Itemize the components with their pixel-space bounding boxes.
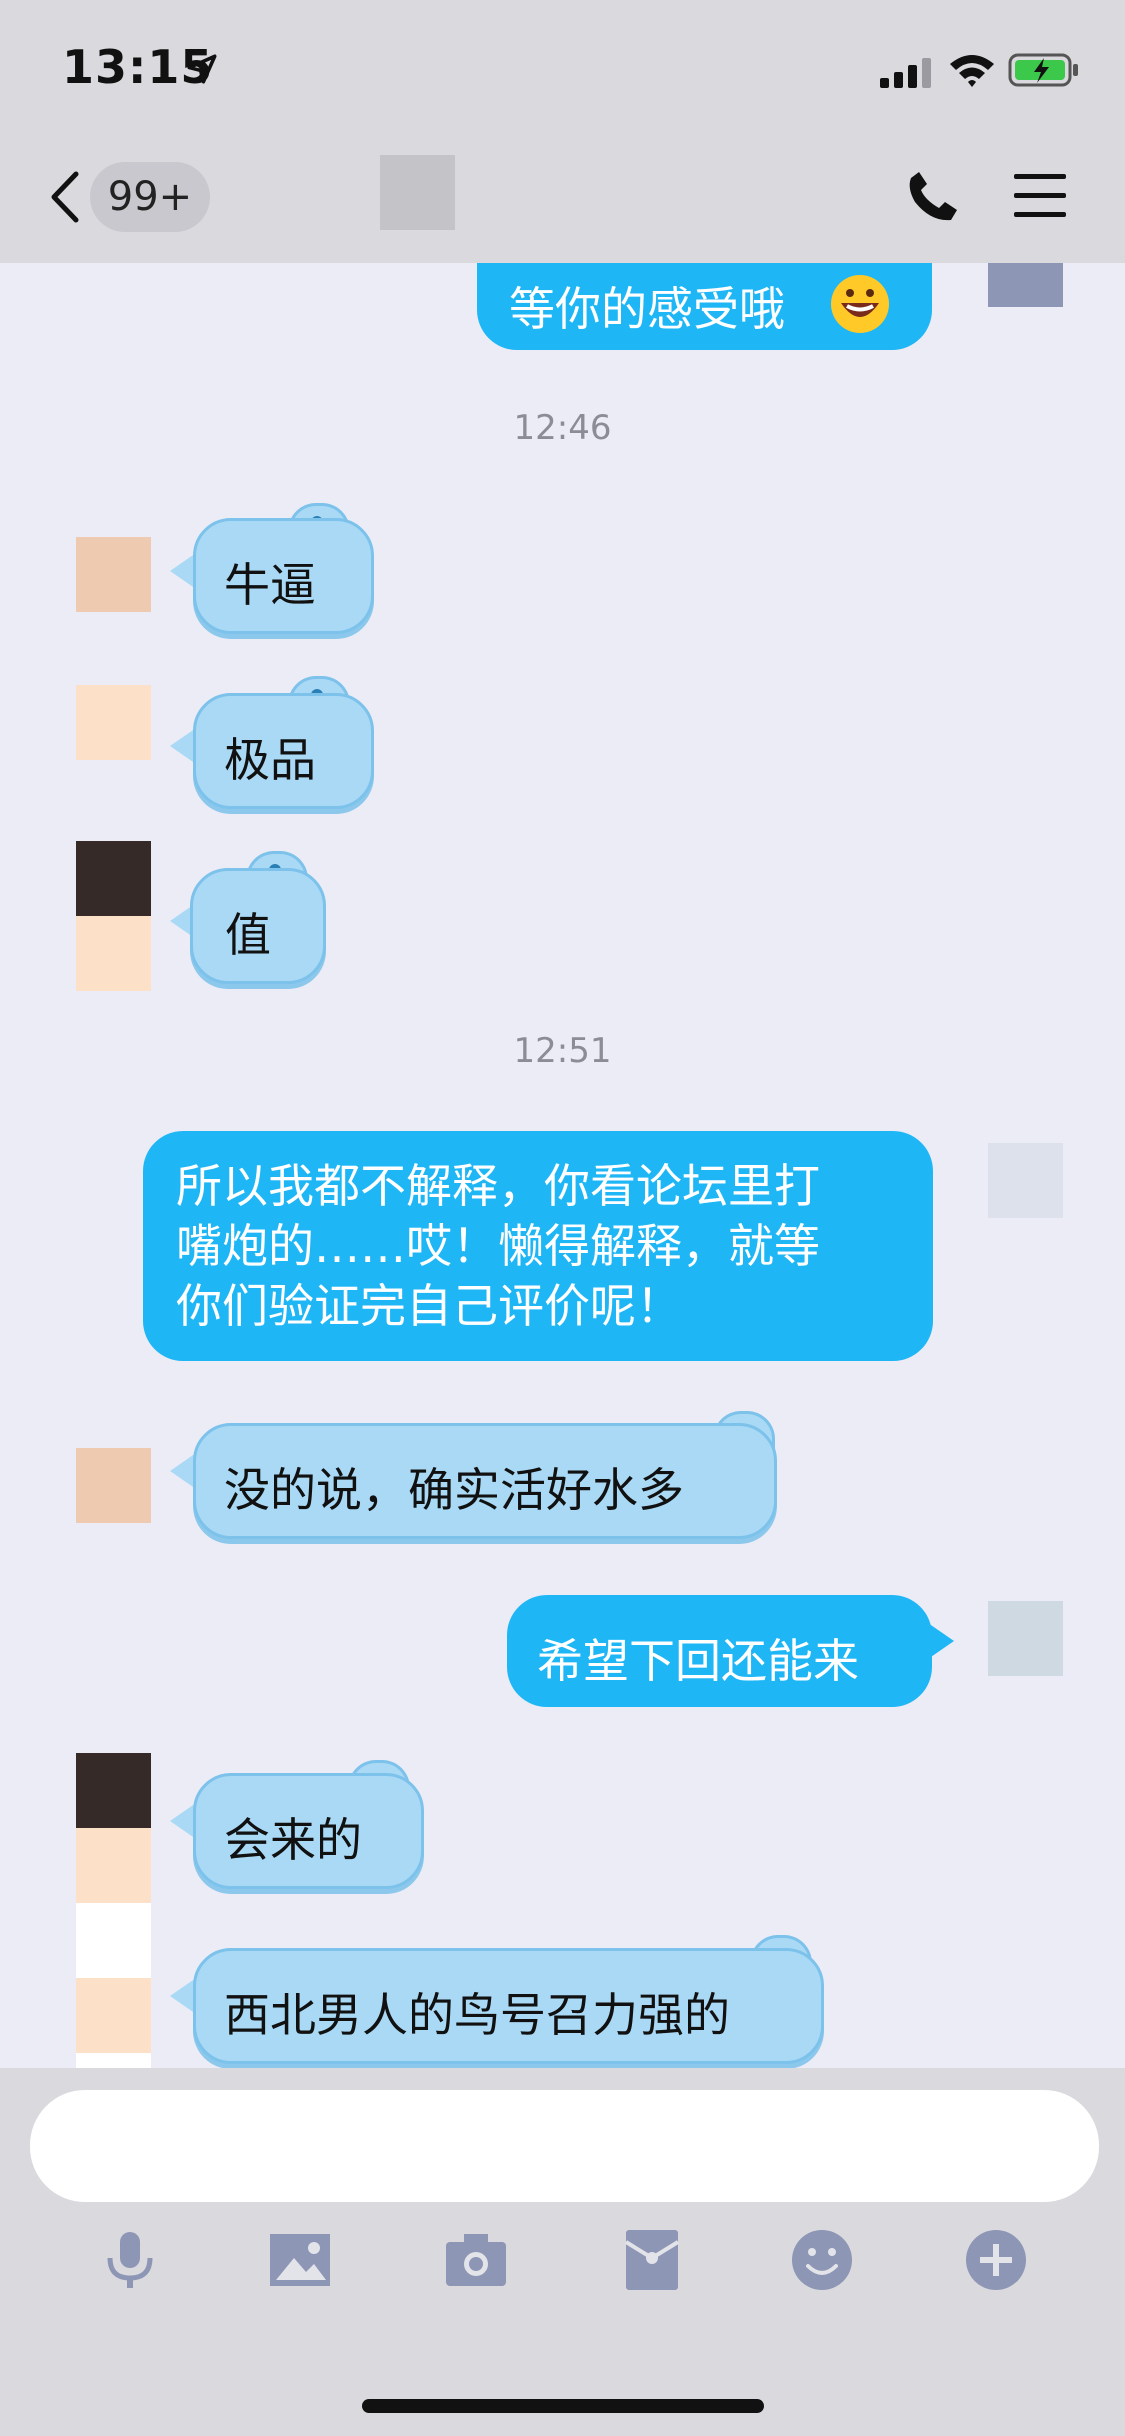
message-bubble-incoming[interactable]: 会来的 xyxy=(193,1773,424,1889)
message-text: 希望下回还能来 xyxy=(537,1634,859,1688)
avatar-contact[interactable] xyxy=(76,1448,151,1523)
message-bubble-incoming[interactable]: 没的说，确实活好水多 xyxy=(193,1423,777,1539)
message-text: 等你的感受哦 xyxy=(509,282,785,336)
bubble-tail xyxy=(928,1623,954,1659)
message-bubble-outgoing[interactable]: 希望下回还能来 xyxy=(507,1595,932,1707)
plus-icon[interactable] xyxy=(964,2228,1028,2292)
message-bubble-outgoing[interactable]: 等你的感受哦 xyxy=(477,263,932,350)
message-text: 值 xyxy=(225,908,271,962)
avatar-contact[interactable] xyxy=(76,1903,151,1978)
avatar-contact[interactable] xyxy=(76,841,151,916)
avatar-contact-part xyxy=(76,1978,151,2053)
message-bubble-incoming[interactable]: 值 xyxy=(190,868,326,984)
message-text: 牛逼 xyxy=(224,558,316,612)
avatar-contact[interactable] xyxy=(76,685,151,760)
message-bubble-incoming[interactable]: 极品 xyxy=(193,693,374,809)
avatar-self[interactable] xyxy=(988,1143,1063,1218)
battery-charging-icon xyxy=(1008,53,1078,87)
grinning-emoji-icon xyxy=(831,275,889,333)
chat-area[interactable]: 等你的感受哦 12:46 牛逼 极品 值 12:51 所以我都不解释，你看论坛里… xyxy=(0,263,1125,2068)
emoji-icon[interactable] xyxy=(790,2228,854,2292)
location-arrow-icon xyxy=(187,54,217,84)
avatar-self[interactable] xyxy=(988,263,1063,307)
microphone-icon[interactable] xyxy=(98,2228,162,2292)
wifi-icon xyxy=(950,55,994,87)
message-bubble-incoming[interactable]: 西北男人的鸟号召力强的 xyxy=(193,1948,824,2064)
avatar-self[interactable] xyxy=(988,1601,1063,1676)
avatar-contact-part xyxy=(76,1828,151,1903)
home-indicator xyxy=(362,2399,764,2413)
red-packet-icon[interactable] xyxy=(620,2228,684,2292)
avatar-contact[interactable] xyxy=(76,1753,151,1828)
message-text-line: 嘴炮的……哎！懒得解释，就等 xyxy=(176,1219,820,1273)
message-text: 极品 xyxy=(224,733,316,787)
top-bar: 13:15 99+ xyxy=(0,0,1125,263)
image-icon[interactable] xyxy=(268,2228,332,2292)
avatar-contact-part xyxy=(76,916,151,991)
chat-avatar[interactable] xyxy=(380,155,455,230)
message-text: 西北男人的鸟号召力强的 xyxy=(224,1988,730,2042)
message-text-line: 你们验证完自己评价呢！ xyxy=(176,1279,682,1333)
message-bubble-outgoing[interactable]: 所以我都不解释，你看论坛里打 嘴炮的……哎！懒得解释，就等 你们验证完自己评价呢… xyxy=(143,1131,933,1361)
phone-call-icon[interactable] xyxy=(905,168,961,224)
camera-icon[interactable] xyxy=(444,2228,508,2292)
message-input[interactable] xyxy=(30,2090,1099,2202)
cellular-signal-icon xyxy=(880,58,931,88)
back-chevron-icon[interactable] xyxy=(44,162,84,232)
message-bubble-incoming[interactable]: 牛逼 xyxy=(193,518,374,634)
unread-count-badge[interactable]: 99+ xyxy=(90,162,210,232)
avatar-contact[interactable] xyxy=(76,537,151,612)
input-bar xyxy=(0,2068,1125,2436)
message-text: 会来的 xyxy=(224,1813,362,1867)
avatar-contact-part xyxy=(76,2053,151,2068)
timestamp: 12:51 xyxy=(513,1031,612,1071)
menu-icon[interactable] xyxy=(1012,170,1068,222)
message-text-line: 所以我都不解释，你看论坛里打 xyxy=(176,1159,820,1213)
message-text: 没的说，确实活好水多 xyxy=(224,1463,684,1517)
timestamp: 12:46 xyxy=(513,408,612,448)
